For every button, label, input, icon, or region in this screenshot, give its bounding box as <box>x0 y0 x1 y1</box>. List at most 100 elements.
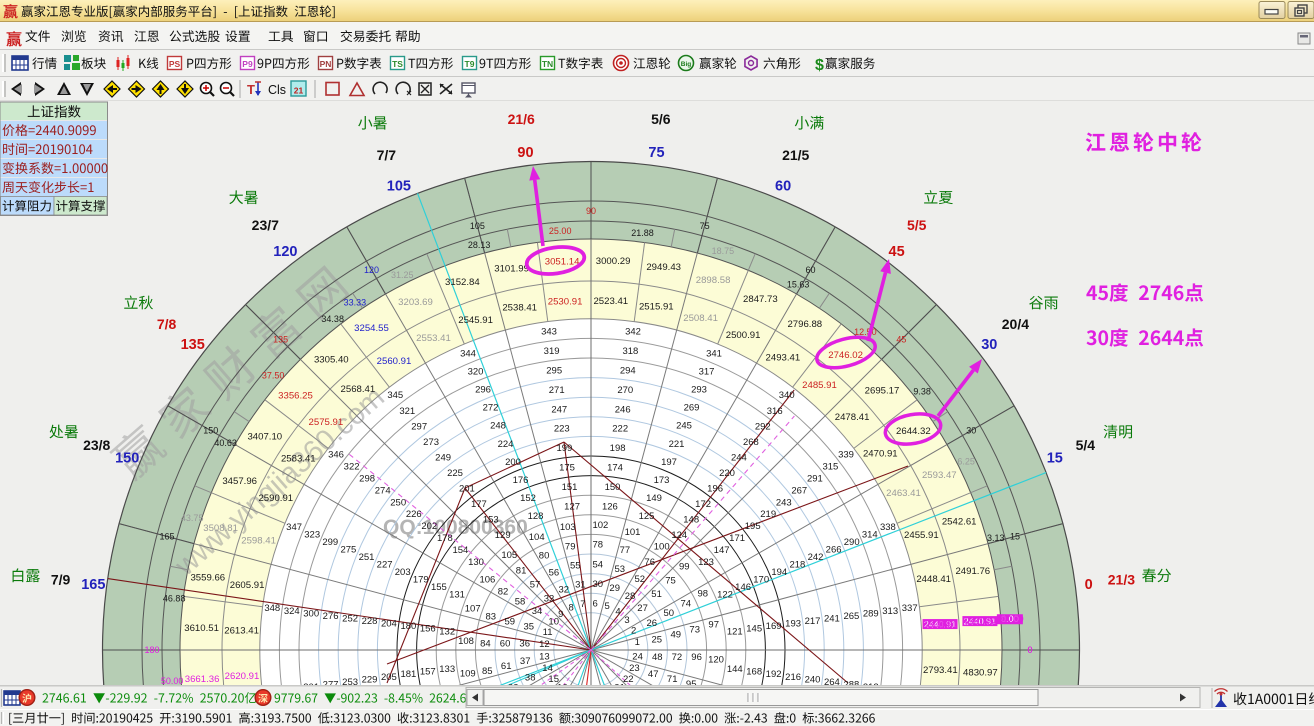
svg-text:60: 60 <box>775 179 791 195</box>
svg-text:291: 291 <box>807 473 823 484</box>
svg-text:168: 168 <box>746 667 762 678</box>
svg-text:224: 224 <box>498 439 514 450</box>
svg-text:26: 26 <box>647 618 658 629</box>
svg-text:TS: TS <box>392 59 403 69</box>
svg-text:105: 105 <box>387 179 411 195</box>
svg-text:11: 11 <box>543 627 553 638</box>
svg-text:55: 55 <box>570 560 581 571</box>
svg-text:T9: T9 <box>465 59 475 69</box>
svg-text:84: 84 <box>480 638 491 649</box>
svg-text:72: 72 <box>672 652 683 663</box>
svg-text:2463.41: 2463.41 <box>886 488 921 499</box>
svg-text:3152.84: 3152.84 <box>445 277 480 288</box>
svg-text:29: 29 <box>609 583 620 594</box>
svg-text:127: 127 <box>564 501 580 512</box>
svg-text:50.00: 50.00 <box>161 676 184 686</box>
svg-text:144: 144 <box>727 664 743 675</box>
svg-text:289: 289 <box>863 608 879 619</box>
svg-text:175: 175 <box>559 463 575 474</box>
svg-text:2553.41: 2553.41 <box>416 333 451 344</box>
svg-text:249: 249 <box>435 452 451 463</box>
svg-text:23/8: 23/8 <box>83 437 110 453</box>
svg-text:15: 15 <box>1010 531 1020 541</box>
svg-text:179: 179 <box>413 575 429 586</box>
svg-text:30: 30 <box>966 426 976 436</box>
svg-text:220: 220 <box>719 468 735 479</box>
svg-text:3661.36: 3661.36 <box>185 674 220 685</box>
svg-text:3356.25: 3356.25 <box>278 391 313 402</box>
svg-text:3407.10: 3407.10 <box>247 432 282 443</box>
svg-text:2500.91: 2500.91 <box>726 330 761 341</box>
svg-text:181: 181 <box>400 669 416 680</box>
svg-text:292: 292 <box>755 421 771 432</box>
svg-text:45: 45 <box>889 244 905 260</box>
svg-text:38: 38 <box>525 672 536 683</box>
svg-text:21/3: 21/3 <box>1108 572 1135 588</box>
svg-text:176: 176 <box>513 475 529 486</box>
svg-text:T: T <box>247 82 255 97</box>
svg-text:347: 347 <box>286 522 302 533</box>
svg-text:58: 58 <box>515 596 526 607</box>
svg-text:2448.41: 2448.41 <box>916 574 951 585</box>
svg-text:32: 32 <box>559 584 570 595</box>
svg-text:2620.91: 2620.91 <box>225 671 260 682</box>
svg-text:294: 294 <box>620 365 636 376</box>
svg-text:0: 0 <box>1085 577 1093 593</box>
svg-text:298: 298 <box>359 473 375 484</box>
svg-text:178: 178 <box>437 533 453 544</box>
svg-text:271: 271 <box>549 385 565 396</box>
svg-text:314: 314 <box>862 530 878 541</box>
svg-text:60: 60 <box>805 265 815 275</box>
svg-text:221: 221 <box>669 439 685 450</box>
svg-text:TN: TN <box>542 59 553 69</box>
svg-text:25.00: 25.00 <box>549 226 572 236</box>
svg-text:122: 122 <box>717 590 733 601</box>
svg-text:2583.41: 2583.41 <box>281 453 316 464</box>
svg-text:129: 129 <box>495 530 511 541</box>
svg-text:31: 31 <box>575 579 586 590</box>
svg-text:343: 343 <box>541 327 557 338</box>
svg-text:300: 300 <box>303 608 319 619</box>
svg-text:250: 250 <box>390 497 406 508</box>
svg-text:4: 4 <box>615 607 620 618</box>
svg-text:225: 225 <box>447 468 463 479</box>
svg-text:150: 150 <box>605 482 621 493</box>
svg-text:346: 346 <box>328 450 344 461</box>
svg-text:135: 135 <box>273 335 288 345</box>
svg-text:48: 48 <box>652 652 663 663</box>
svg-text:180: 180 <box>400 621 416 632</box>
svg-text:2695.17: 2695.17 <box>865 386 900 397</box>
svg-text:37: 37 <box>520 656 531 667</box>
svg-text:2542.61: 2542.61 <box>942 517 977 528</box>
svg-text:46.88: 46.88 <box>163 594 186 604</box>
svg-text:43.75: 43.75 <box>181 513 204 523</box>
svg-text:247: 247 <box>551 404 567 415</box>
svg-text:5/5: 5/5 <box>907 217 927 233</box>
svg-text:36: 36 <box>519 638 530 649</box>
svg-text:344: 344 <box>460 348 476 359</box>
svg-text:293: 293 <box>691 385 707 396</box>
svg-text:15.63: 15.63 <box>787 280 810 290</box>
svg-text:272: 272 <box>483 403 499 414</box>
svg-text:7/7: 7/7 <box>377 147 397 163</box>
svg-text:7/8: 7/8 <box>157 316 177 332</box>
svg-text:99: 99 <box>679 562 690 573</box>
svg-text:34: 34 <box>532 606 543 617</box>
svg-text:149: 149 <box>646 493 662 504</box>
svg-text:240: 240 <box>805 674 821 685</box>
svg-text:120: 120 <box>364 265 379 275</box>
svg-text:90: 90 <box>586 206 596 216</box>
svg-text:2560.91: 2560.91 <box>377 356 412 367</box>
svg-text:296: 296 <box>475 385 491 396</box>
svg-text:74: 74 <box>681 598 692 609</box>
svg-text:203: 203 <box>395 567 411 578</box>
svg-text:276: 276 <box>323 611 339 622</box>
svg-text:21/6: 21/6 <box>508 111 535 127</box>
svg-text:319: 319 <box>544 346 560 357</box>
svg-text:108: 108 <box>458 636 474 647</box>
svg-text:321: 321 <box>399 406 415 417</box>
svg-text:3051.14: 3051.14 <box>545 256 580 267</box>
svg-text:219: 219 <box>760 509 776 520</box>
svg-text:2478.41: 2478.41 <box>835 412 870 423</box>
svg-text:199: 199 <box>556 443 572 454</box>
